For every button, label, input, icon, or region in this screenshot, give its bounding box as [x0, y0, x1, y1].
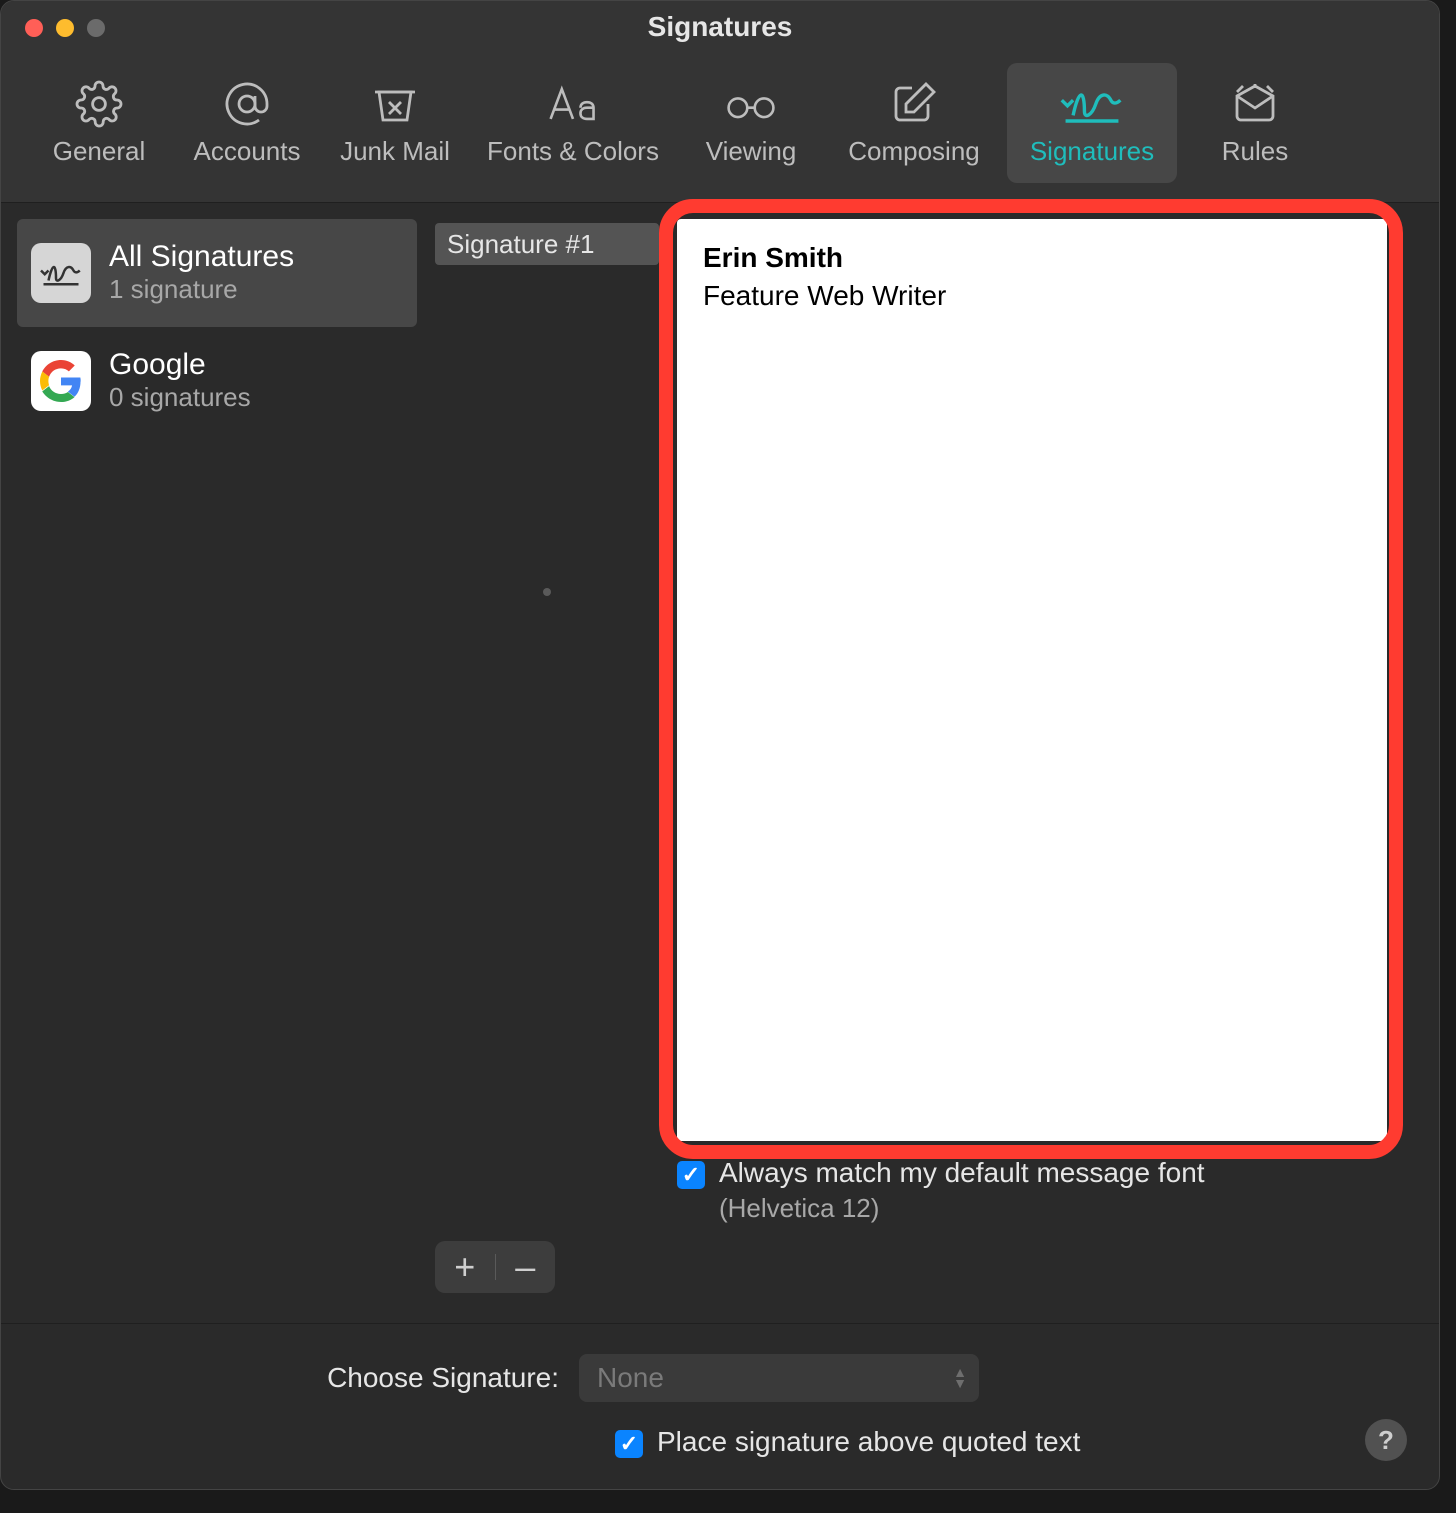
sidebar-item-google[interactable]: Google 0 signatures: [17, 327, 417, 435]
signature-editor[interactable]: Erin Smith Feature Web Writer: [677, 219, 1387, 1141]
tab-viewing[interactable]: Viewing: [681, 63, 821, 183]
font-icon: [545, 78, 601, 130]
resize-handle-dot[interactable]: [543, 588, 551, 596]
glasses-icon: [723, 78, 779, 130]
signatures-content: All Signatures 1 signature Google 0 sign…: [1, 203, 1439, 1323]
chevron-updown-icon: ▲▼: [953, 1367, 967, 1389]
signature-name-line: Erin Smith: [703, 239, 1361, 277]
window-title: Signatures: [1, 11, 1439, 43]
place-above-label: Place signature above quoted text: [657, 1426, 1080, 1458]
close-window-button[interactable]: [25, 19, 43, 37]
tab-fonts-colors[interactable]: Fonts & Colors: [473, 63, 673, 183]
compose-icon: [890, 78, 938, 130]
signature-count: 1 signature: [109, 273, 294, 307]
tab-label: General: [53, 136, 146, 167]
trash-x-icon: [371, 78, 419, 130]
choose-signature-row: Choose Signature: None ▲▼: [39, 1354, 1401, 1402]
title-bar: Signatures: [1, 1, 1439, 53]
tab-label: Signatures: [1030, 136, 1154, 167]
tab-label: Composing: [848, 136, 980, 167]
place-above-checkbox[interactable]: ✓: [615, 1430, 643, 1458]
zoom-window-button[interactable]: [87, 19, 105, 37]
signature-name: Signature #1: [447, 229, 594, 260]
at-sign-icon: [223, 78, 271, 130]
choose-signature-label: Choose Signature:: [39, 1362, 559, 1394]
tab-label: Rules: [1222, 136, 1288, 167]
match-font-sub: (Helvetica 12): [719, 1193, 1205, 1224]
match-font-label: Always match my default message font: [719, 1157, 1205, 1189]
signature-count: 0 signatures: [109, 381, 251, 415]
rules-icon: [1231, 78, 1279, 130]
tab-label: Accounts: [194, 136, 301, 167]
signature-subtitle-line: Feature Web Writer: [703, 277, 1361, 315]
tab-general[interactable]: General: [29, 63, 169, 183]
tab-composing[interactable]: Composing: [829, 63, 999, 183]
gear-icon: [75, 78, 123, 130]
tab-label: Junk Mail: [340, 136, 450, 167]
remove-signature-button[interactable]: –: [496, 1249, 556, 1285]
signature-icon: [1058, 78, 1126, 130]
tab-label: Viewing: [706, 136, 797, 167]
help-button[interactable]: ?: [1365, 1419, 1407, 1461]
signature-icon: [31, 243, 91, 303]
signature-list-column: Signature #1 + –: [435, 219, 659, 1323]
tab-signatures[interactable]: Signatures: [1007, 63, 1177, 183]
account-name: All Signatures: [109, 240, 294, 273]
place-above-row: ✓ Place signature above quoted text: [615, 1426, 1401, 1458]
select-value: None: [597, 1362, 664, 1394]
match-font-row: ✓ Always match my default message font (…: [677, 1157, 1423, 1224]
accounts-sidebar: All Signatures 1 signature Google 0 sign…: [17, 219, 417, 1323]
traffic-lights: [25, 19, 105, 37]
choose-signature-select[interactable]: None ▲▼: [579, 1354, 979, 1402]
tab-junk-mail[interactable]: Junk Mail: [325, 63, 465, 183]
google-icon: [31, 351, 91, 411]
add-remove-control: + –: [435, 1241, 555, 1293]
tab-rules[interactable]: Rules: [1185, 63, 1325, 183]
editor-column: Erin Smith Feature Web Writer ✓ Always m…: [677, 219, 1423, 1323]
match-font-checkbox[interactable]: ✓: [677, 1161, 705, 1189]
signature-list-item[interactable]: Signature #1: [435, 223, 659, 265]
minimize-window-button[interactable]: [56, 19, 74, 37]
preferences-toolbar: General Accounts Junk Mail Fonts & Color…: [1, 53, 1439, 203]
account-name: Google: [109, 348, 251, 381]
tab-accounts[interactable]: Accounts: [177, 63, 317, 183]
preferences-window: Signatures General Accounts Junk Mail Fo…: [0, 0, 1440, 1490]
tab-label: Fonts & Colors: [487, 136, 659, 167]
footer: Choose Signature: None ▲▼ ✓ Place signat…: [1, 1323, 1439, 1482]
sidebar-item-all-signatures[interactable]: All Signatures 1 signature: [17, 219, 417, 327]
add-signature-button[interactable]: +: [435, 1249, 495, 1285]
